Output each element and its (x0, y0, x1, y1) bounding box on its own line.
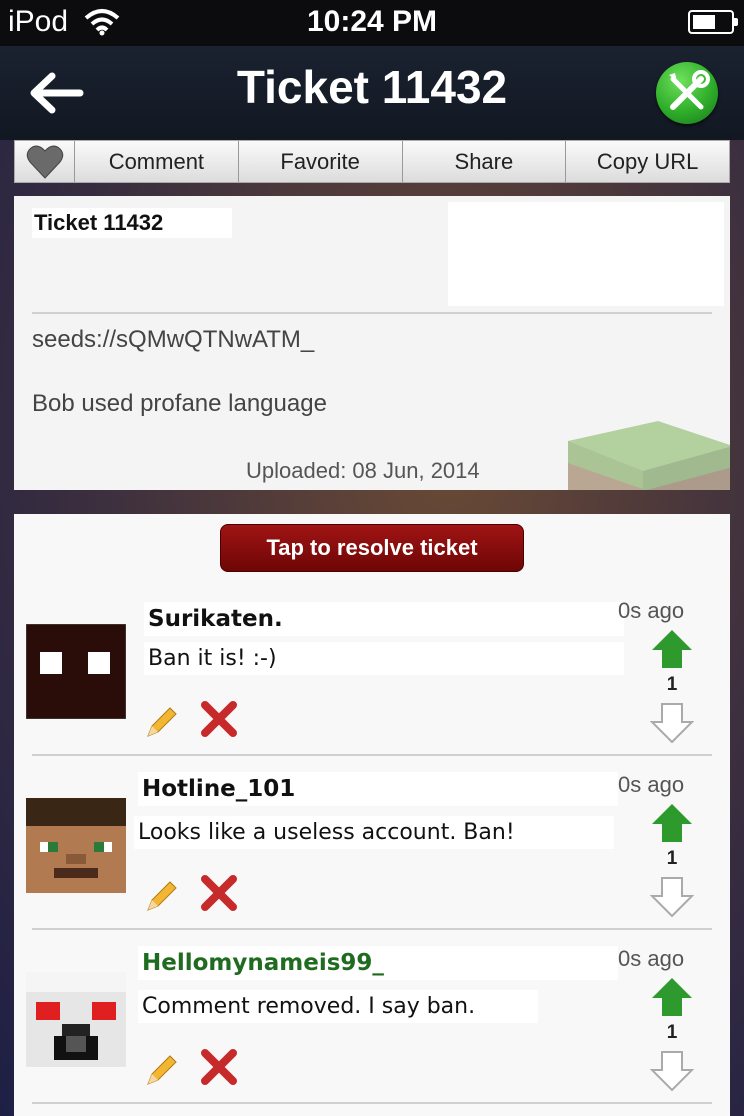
like-button[interactable] (15, 141, 75, 182)
clock: 10:24 PM (306, 5, 438, 38)
ticket-description: Bob used profane language (32, 390, 327, 417)
upvote-arrow-icon[interactable] (650, 628, 694, 670)
avatar (26, 798, 126, 893)
comment-item: Surikaten. Ban it is! :-) 0s ago 1 (14, 584, 730, 758)
edit-pencil-icon[interactable] (144, 1052, 180, 1088)
comment-divider (32, 754, 712, 756)
ticket-card: Ticket 11432 seeds://sQMwQTNwATM_ Bob us… (14, 196, 730, 490)
comment-item: Hotline_101 Looks like a useless account… (14, 758, 730, 932)
ticket-divider (32, 312, 712, 314)
downvote-arrow-icon[interactable] (650, 1050, 694, 1092)
comment-author: Hotline_101 (138, 772, 618, 806)
edit-pencil-icon[interactable] (144, 704, 180, 740)
comment-item: Hellomynameis99_ Comment removed. I say … (14, 932, 730, 1106)
downvote-arrow-icon[interactable] (650, 876, 694, 918)
heart-icon (26, 145, 63, 179)
battery-icon (688, 10, 738, 34)
comment-author: Surikaten. (144, 602, 624, 636)
share-button[interactable]: Share (403, 141, 567, 182)
comment-text: Ban it is! :-) (144, 642, 624, 675)
wrench-screwdriver-icon (669, 70, 710, 110)
delete-x-icon[interactable] (200, 1048, 238, 1086)
comment-time: 0s ago (618, 772, 685, 797)
edit-pencil-icon[interactable] (144, 878, 180, 914)
ticket-seed[interactable]: seeds://sQMwQTNwATM_ (32, 326, 314, 354)
favorite-button[interactable]: Favorite (239, 141, 403, 182)
upvote-arrow-icon[interactable] (650, 976, 694, 1018)
comment-text: Looks like a useless account. Ban! (134, 816, 614, 849)
page-title: Ticket 11432 (236, 61, 508, 113)
comment-time: 0s ago (618, 598, 685, 623)
comment-divider (32, 928, 712, 930)
comment-button[interactable]: Comment (75, 141, 239, 182)
avatar (26, 972, 126, 1067)
upvote-arrow-icon[interactable] (650, 802, 694, 844)
delete-x-icon[interactable] (200, 874, 238, 912)
grass-block-image (568, 421, 730, 490)
resolve-ticket-button[interactable]: Tap to resolve ticket (220, 524, 524, 572)
comment-time: 0s ago (618, 946, 685, 971)
tools-button[interactable] (656, 62, 718, 124)
vote-count: 1 (666, 848, 678, 869)
vote-count: 1 (666, 1022, 678, 1043)
vote-count: 1 (666, 674, 678, 695)
avatar (26, 624, 126, 719)
delete-x-icon[interactable] (200, 700, 238, 738)
comment-text: Comment removed. I say ban. (138, 990, 538, 1023)
copy-url-button[interactable]: Copy URL (566, 141, 729, 182)
upload-date: Uploaded: 08 Jun, 2014 (246, 458, 480, 483)
comment-author: Hellomynameis99_ (138, 946, 618, 980)
navigation-bar: Ticket 11432 (0, 46, 744, 140)
ticket-title: Ticket 11432 (32, 208, 232, 238)
comment-divider (32, 1102, 712, 1104)
comments-panel: Tap to resolve ticket Surikaten. Ban it … (14, 514, 730, 1116)
action-toolbar: Comment Favorite Share Copy URL (14, 140, 730, 183)
ticket-image-placeholder (448, 202, 724, 306)
status-bar: iPod 10:24 PM (0, 0, 744, 46)
downvote-arrow-icon[interactable] (650, 702, 694, 744)
